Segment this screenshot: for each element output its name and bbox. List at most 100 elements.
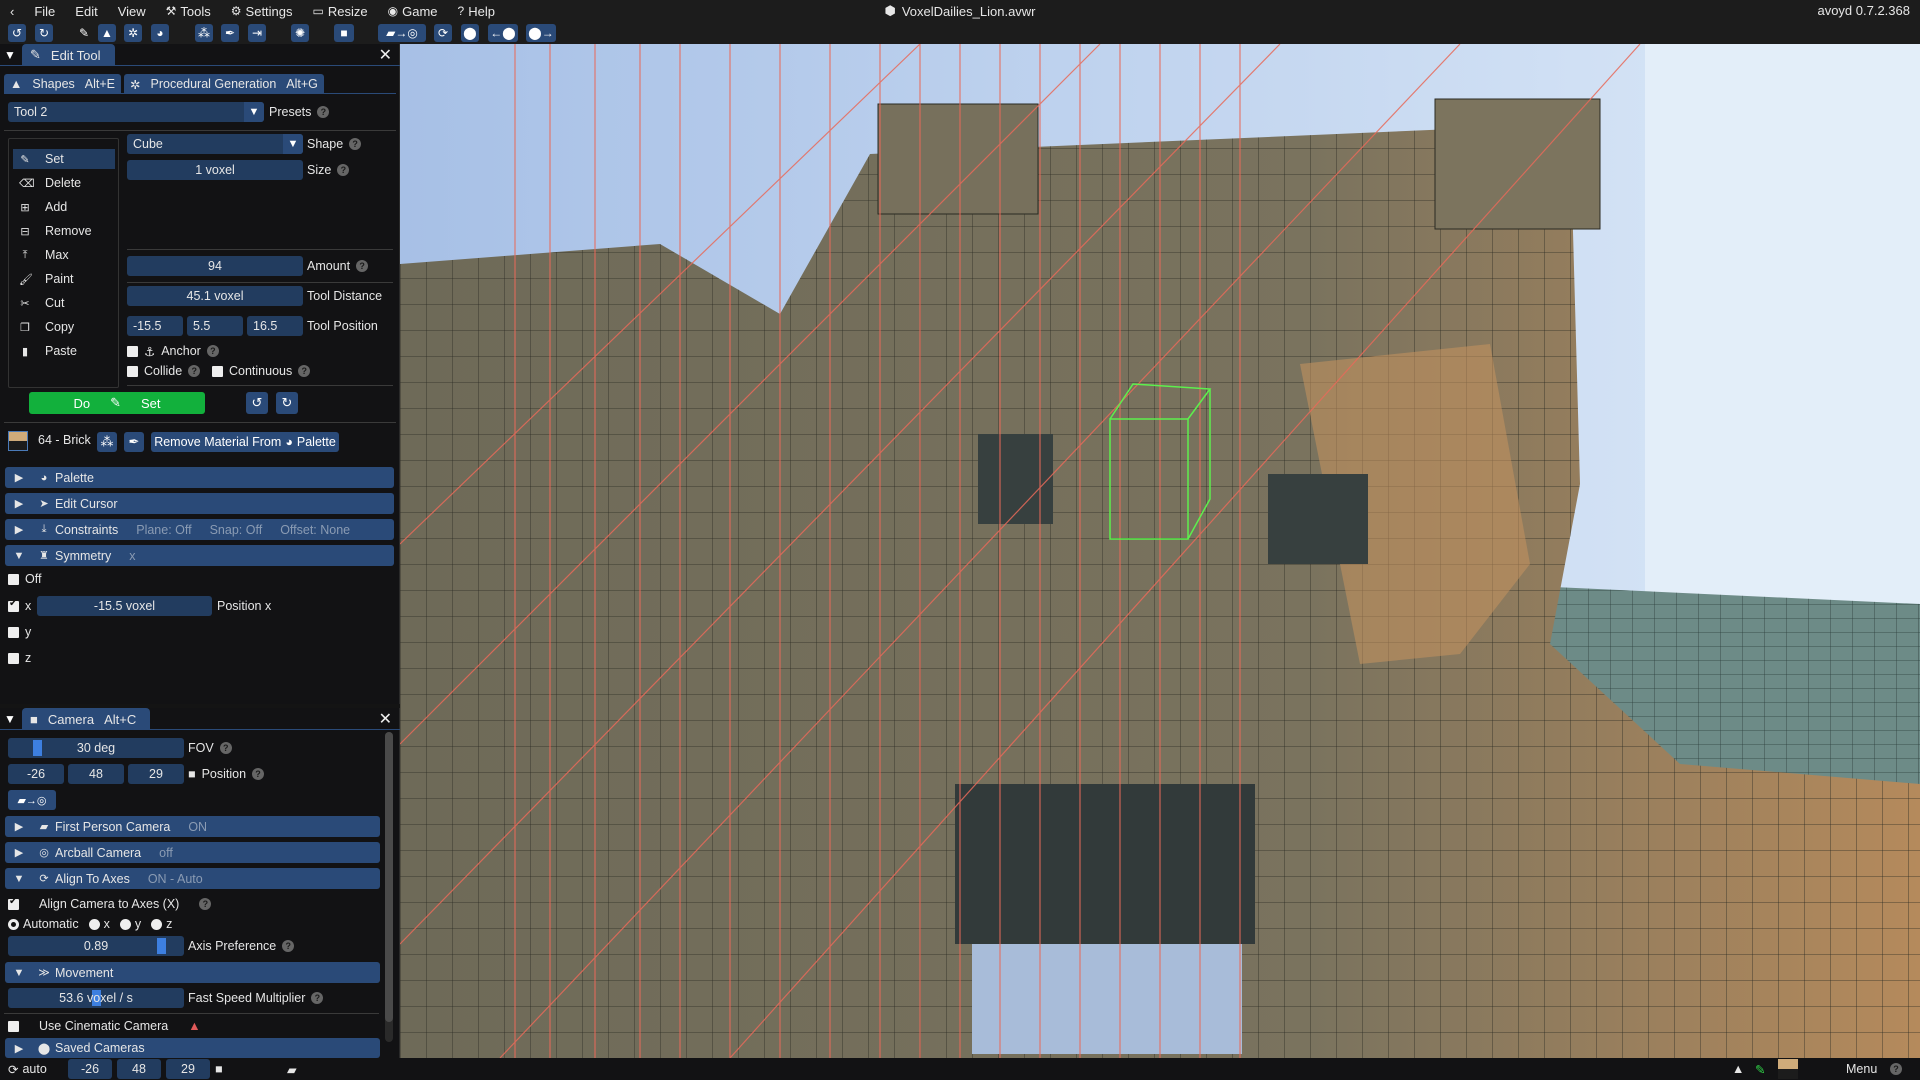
tool-distance-input[interactable]: 45.1 voxel: [127, 286, 303, 306]
help-icon[interactable]: ?: [188, 365, 201, 377]
camera-to-arcball-button[interactable]: ▰→◎: [8, 790, 56, 810]
prev-location-button[interactable]: ←⬤: [488, 24, 518, 42]
symmetry-z-checkbox[interactable]: z: [8, 648, 31, 668]
checkbox[interactable]: [8, 652, 19, 664]
help-icon[interactable]: ?: [252, 768, 265, 780]
continuous-checkbox[interactable]: Continuous?: [212, 361, 311, 381]
radio-x[interactable]: [88, 918, 100, 930]
help-icon[interactable]: ?: [356, 260, 369, 272]
slider-handle[interactable]: [157, 938, 166, 954]
align-camera-checkbox[interactable]: Align Camera to Axes (X)?: [8, 894, 212, 914]
redo-button[interactable]: ↻: [35, 24, 53, 42]
auto-mode[interactable]: ⟳ auto: [8, 1059, 47, 1079]
undo-button[interactable]: ↺: [246, 392, 268, 414]
shapes-button[interactable]: ▲: [98, 24, 116, 42]
help-icon[interactable]: ?: [298, 365, 311, 377]
fov-slider[interactable]: 30 deg: [8, 738, 184, 758]
3d-viewport[interactable]: [400, 44, 1920, 1058]
checkbox[interactable]: [127, 345, 138, 357]
materials-button[interactable]: ⁂: [97, 432, 117, 452]
back-button[interactable]: ‹: [0, 0, 24, 22]
export-button[interactable]: ⇥: [248, 24, 266, 42]
menu-game[interactable]: ◉ Game: [378, 0, 448, 22]
menu-file[interactable]: File: [24, 0, 65, 22]
section-constraints[interactable]: ▶ ⤓ Constraints Plane: Off Snap: Off Offs…: [5, 519, 394, 540]
symmetry-y-checkbox[interactable]: y: [8, 622, 31, 642]
help-icon[interactable]: ?: [206, 345, 219, 357]
help-icon[interactable]: ?: [311, 992, 324, 1004]
tab-shapes[interactable]: ▲ Shapes Alt+E: [4, 74, 122, 94]
help-icon[interactable]: ?: [282, 940, 295, 952]
help-button[interactable]: ?: [1890, 1059, 1902, 1079]
checkbox[interactable]: [8, 626, 19, 638]
procedural-button[interactable]: ✲: [124, 24, 142, 42]
camera-button[interactable]: ■: [334, 24, 354, 42]
tool-position-z-input[interactable]: 16.5: [247, 316, 303, 336]
do-set-button[interactable]: Do ✎ Set: [29, 392, 205, 414]
mode-add[interactable]: ⊞ Add: [13, 197, 115, 217]
checkbox[interactable]: [8, 1020, 19, 1032]
shape-dropdown[interactable]: Cube ▼: [127, 134, 303, 154]
radio-automatic[interactable]: [8, 918, 19, 930]
palette-button[interactable]: ◕: [151, 24, 169, 42]
fast-speed-slider[interactable]: 53.6 voxel / s: [8, 988, 184, 1008]
menu-button[interactable]: Menu: [1846, 1059, 1877, 1079]
checkbox[interactable]: [127, 365, 138, 377]
undo-button[interactable]: ↺: [8, 24, 26, 42]
redo-button[interactable]: ↻: [276, 392, 298, 414]
material-swatch[interactable]: [1778, 1059, 1798, 1079]
close-icon[interactable]: ✕: [379, 709, 392, 729]
next-location-button[interactable]: ⬤→: [526, 24, 556, 42]
mode-delete[interactable]: ⌫ Delete: [13, 173, 115, 193]
eyedropper-button[interactable]: ✒: [124, 432, 144, 452]
status-position-z[interactable]: 29: [166, 1059, 210, 1079]
status-position-x[interactable]: -26: [68, 1059, 112, 1079]
help-icon[interactable]: ?: [337, 164, 350, 176]
refresh-button[interactable]: ⟳: [434, 24, 452, 42]
collide-checkbox[interactable]: Collide?: [127, 361, 201, 381]
camera-tab[interactable]: ■ Camera Alt+C: [22, 708, 151, 730]
symmetry-x-position-input[interactable]: -15.5 voxel: [37, 596, 212, 616]
preset-dropdown[interactable]: Tool 2 ▼: [8, 102, 264, 122]
close-icon[interactable]: ✕: [379, 45, 392, 65]
checkbox[interactable]: [8, 896, 19, 910]
radio-z[interactable]: [151, 918, 163, 930]
menu-tools[interactable]: ⚒ Tools: [156, 0, 221, 22]
mode-cut[interactable]: ✂ Cut: [13, 293, 115, 313]
mode-set[interactable]: ✎ Set: [13, 149, 115, 169]
cinematic-camera-checkbox[interactable]: Use Cinematic Camera ▲: [8, 1016, 201, 1036]
tool-position-x-input[interactable]: -15.5: [127, 316, 183, 336]
section-saved-cameras[interactable]: ▶ ⬤ Saved Cameras: [5, 1038, 380, 1058]
scroll-thumb[interactable]: [385, 732, 393, 1022]
help-icon[interactable]: ?: [349, 138, 362, 150]
menu-resize[interactable]: ▭ Resize: [303, 0, 378, 22]
mode-copy[interactable]: ❐ Copy: [13, 317, 115, 337]
lighting-button[interactable]: ✺: [291, 24, 309, 42]
section-first-person-camera[interactable]: ▶ ▰ First Person Camera ON: [5, 816, 380, 837]
menu-edit[interactable]: Edit: [65, 0, 107, 22]
mode-paint[interactable]: 🖌 Paint: [13, 269, 115, 289]
camera-position-z-input[interactable]: 29: [128, 764, 184, 784]
pencil-icon[interactable]: ✎: [1755, 1059, 1765, 1079]
help-icon[interactable]: ?: [317, 106, 330, 118]
pencil-button[interactable]: ✎: [75, 24, 93, 42]
radio-y[interactable]: [119, 918, 131, 930]
material-swatch[interactable]: [8, 431, 28, 451]
camera-to-arcball-button[interactable]: ▰→◎: [378, 24, 426, 42]
remove-material-button[interactable]: Remove Material From ◕ Palette: [151, 432, 339, 452]
mode-paste[interactable]: ▮ Paste: [13, 341, 115, 361]
status-position-y[interactable]: 48: [117, 1059, 161, 1079]
section-arcball-camera[interactable]: ▶ ◎ Arcball Camera off: [5, 842, 380, 863]
scrollbar[interactable]: [385, 732, 393, 1042]
edit-tool-tab[interactable]: ✎ Edit Tool: [22, 44, 115, 66]
eyedropper-button[interactable]: ✒: [221, 24, 239, 42]
mode-remove[interactable]: ⊟ Remove: [13, 221, 115, 241]
help-icon[interactable]: ?: [219, 742, 232, 754]
size-input[interactable]: 1 voxel: [127, 160, 303, 180]
amount-input[interactable]: 94: [127, 256, 303, 276]
collapse-icon[interactable]: ▼: [4, 48, 16, 62]
checkbox[interactable]: [212, 365, 223, 377]
checkbox[interactable]: [8, 573, 19, 585]
checkbox[interactable]: [8, 598, 19, 612]
menu-help[interactable]: ? Help: [448, 0, 505, 22]
